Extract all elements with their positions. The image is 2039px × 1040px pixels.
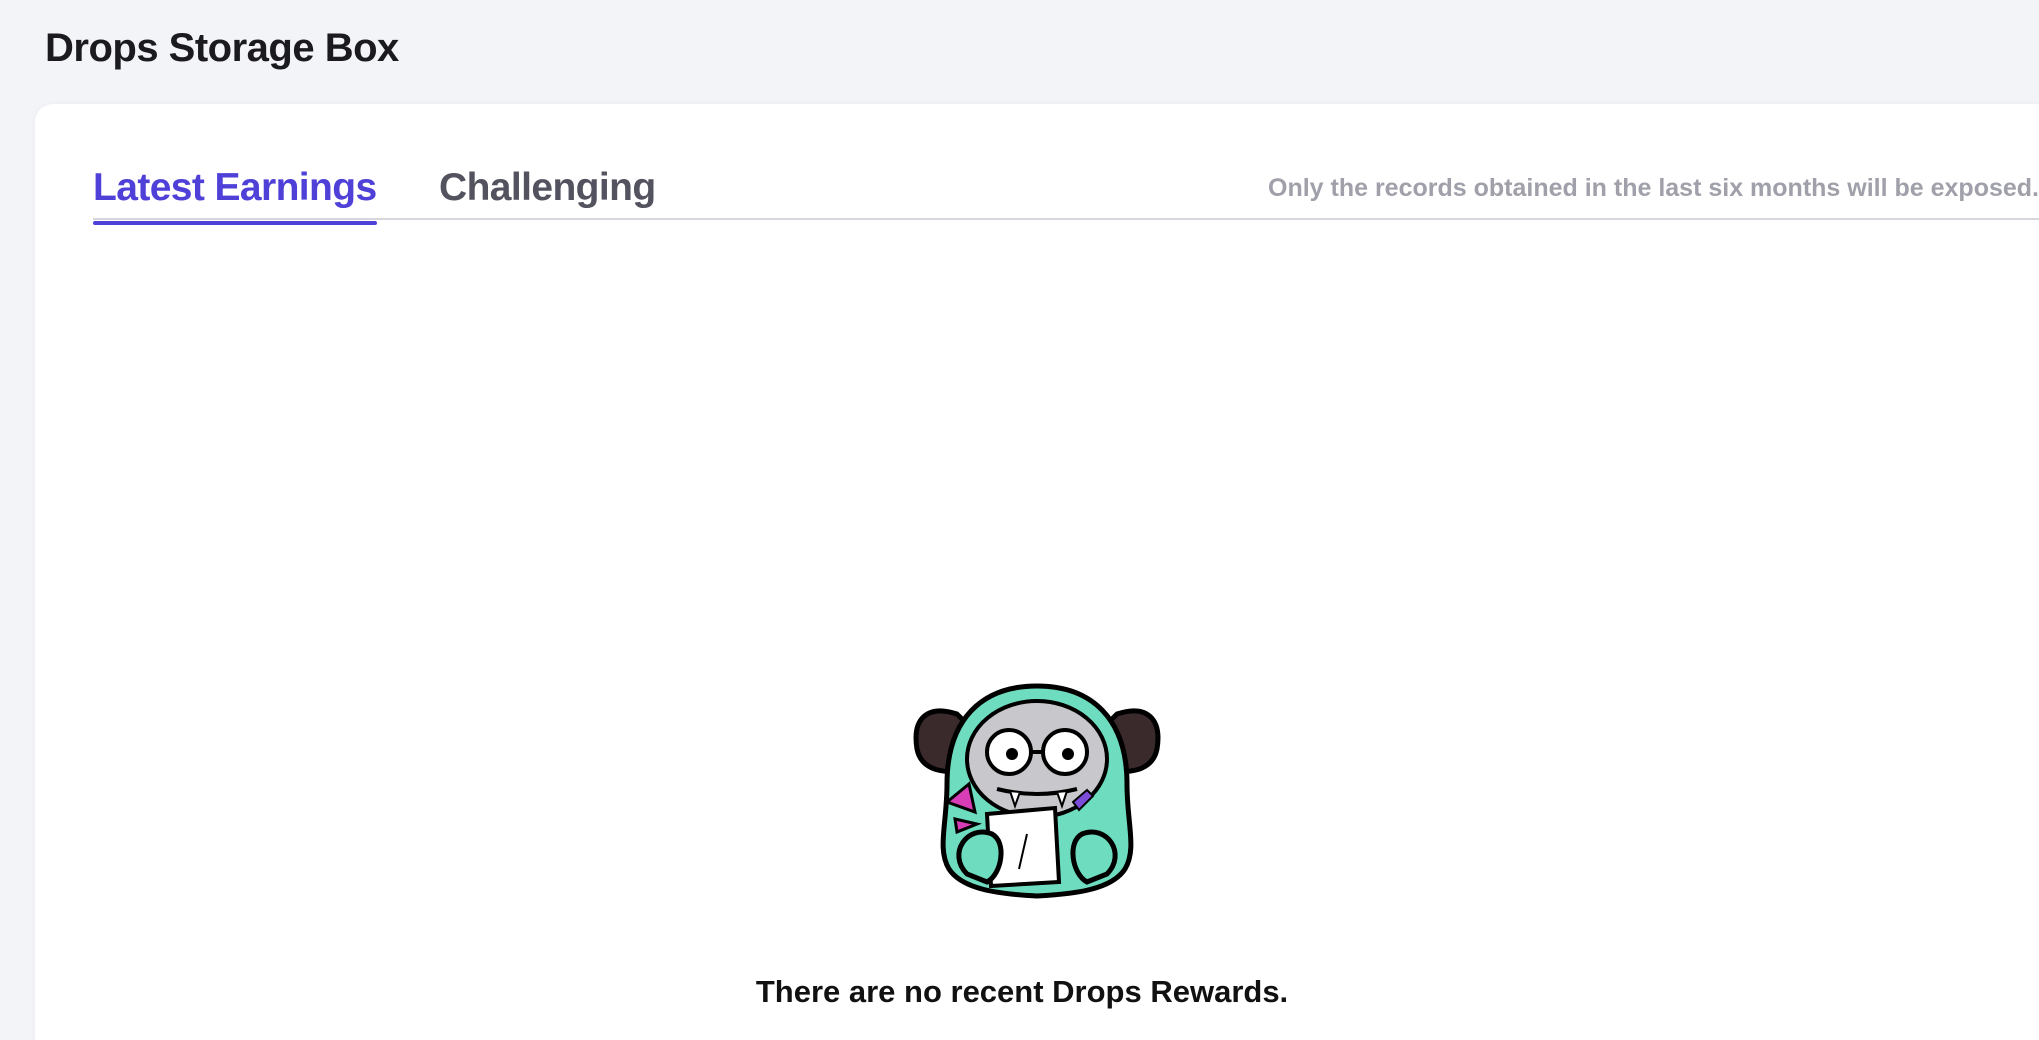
content-card: Latest Earnings Challenging Only the rec… [35,104,2039,1040]
tab-challenging[interactable]: Challenging [439,166,656,224]
mascot-writing-note-icon [913,683,1161,899]
drops-storage-page: Drops Storage Box Latest Earnings Challe… [0,0,2039,1040]
tab-bar: Latest Earnings Challenging Only the rec… [93,144,2039,225]
records-notice: Only the records obtained in the last si… [1268,174,2039,202]
tab-divider [93,218,2039,220]
empty-state: There are no recent Drops Rewards. [35,674,2039,1010]
empty-state-message: There are no recent Drops Rewards. [755,974,1289,1009]
tab-latest-earnings[interactable]: Latest Earnings [93,166,377,225]
page-title: Drops Storage Box [45,26,399,70]
